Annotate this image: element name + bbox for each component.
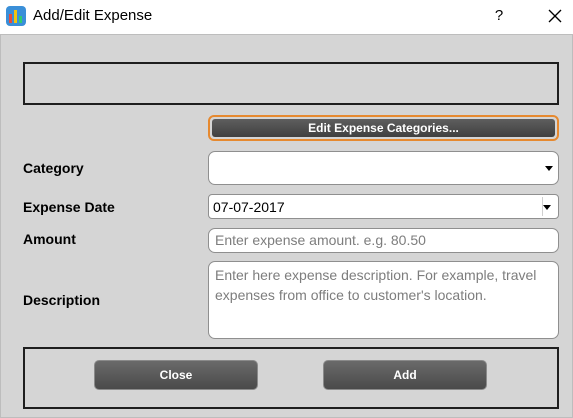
- close-icon: [548, 9, 562, 23]
- category-label: Category: [23, 160, 84, 176]
- chevron-down-icon: [543, 204, 551, 210]
- close-window-button[interactable]: [540, 3, 570, 29]
- app-icon: [6, 6, 26, 26]
- help-button[interactable]: ?: [484, 3, 514, 29]
- chevron-down-icon: [545, 166, 553, 171]
- date-dropdown-button[interactable]: [542, 197, 556, 216]
- expense-date-picker[interactable]: 07-07-2017: [208, 194, 559, 219]
- window-title: Add/Edit Expense: [33, 7, 153, 24]
- amount-label: Amount: [23, 231, 76, 247]
- expense-date-label: Expense Date: [23, 199, 115, 215]
- edit-expense-categories-button[interactable]: Edit Expense Categories...: [208, 115, 559, 141]
- description-textarea[interactable]: Enter here expense description. For exam…: [208, 261, 559, 339]
- expense-date-value: 07-07-2017: [213, 199, 285, 215]
- message-panel: [23, 62, 559, 105]
- edit-expense-categories-label: Edit Expense Categories...: [212, 119, 555, 137]
- amount-input[interactable]: Enter expense amount. e.g. 80.50: [208, 228, 559, 253]
- close-button[interactable]: Close: [94, 360, 258, 390]
- add-button[interactable]: Add: [323, 360, 487, 390]
- description-label: Description: [23, 292, 101, 308]
- title-bar: Add/Edit Expense ?: [0, 0, 573, 34]
- category-select[interactable]: [208, 151, 559, 185]
